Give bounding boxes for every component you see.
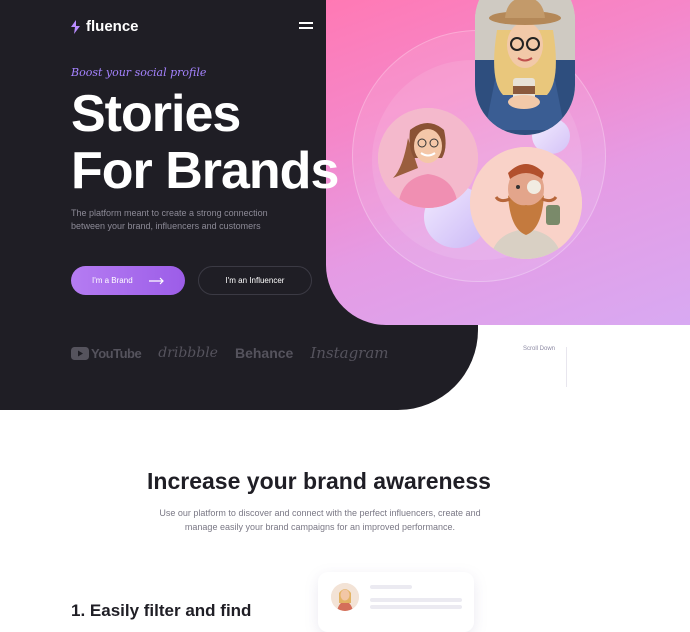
dribbble-logo: dribbble bbox=[158, 345, 218, 361]
scroll-down-link[interactable]: Scroll Down bbox=[523, 346, 555, 352]
influencer-preview-card bbox=[318, 572, 474, 632]
section-description: Use our platform to discover and connect… bbox=[159, 508, 481, 532]
influencer-photo-woman-hat bbox=[475, 0, 575, 135]
partner-logos: YouTube dribbble Behance Instagram bbox=[71, 344, 389, 362]
placeholder-line bbox=[370, 605, 462, 609]
arrow-right-icon bbox=[149, 277, 164, 284]
influencer-photo-woman-pink bbox=[378, 108, 478, 208]
scroll-indicator-line bbox=[566, 347, 567, 387]
hero-description: The platform meant to create a strong co… bbox=[71, 208, 268, 231]
hamburger-menu-icon[interactable] bbox=[299, 21, 313, 29]
instagram-logo: Instagram bbox=[310, 344, 389, 362]
behance-logo: Behance bbox=[234, 345, 294, 361]
hero-headline-line-2: For Brands bbox=[71, 142, 339, 200]
influencer-photo-bearded-man bbox=[470, 147, 582, 259]
placeholder-line bbox=[370, 598, 462, 602]
hero-section: fluence Boost your social profile Storie… bbox=[0, 0, 690, 410]
youtube-play-icon bbox=[71, 346, 89, 360]
youtube-logo-text: YouTube bbox=[91, 345, 142, 361]
section-title: Increase your brand awareness bbox=[147, 468, 491, 494]
brand-signup-label: I'm a Brand bbox=[92, 276, 133, 285]
placeholder-line bbox=[370, 585, 412, 589]
brand-signup-button[interactable]: I'm a Brand bbox=[71, 266, 185, 295]
hero-tagline: Boost your social profile bbox=[71, 66, 207, 79]
youtube-logo: YouTube bbox=[71, 345, 142, 361]
brand-logo[interactable]: fluence bbox=[71, 18, 139, 35]
hero-headline: Stories For Brands bbox=[71, 85, 339, 200]
brand-name: fluence bbox=[86, 18, 139, 35]
avatar bbox=[331, 583, 359, 611]
influencer-signup-button[interactable]: I'm an Influencer bbox=[198, 266, 312, 295]
flame-logo-icon bbox=[71, 19, 80, 34]
hero-headline-line-1: Stories bbox=[71, 85, 241, 143]
feature-title: 1. Easily filter and find bbox=[71, 601, 252, 620]
